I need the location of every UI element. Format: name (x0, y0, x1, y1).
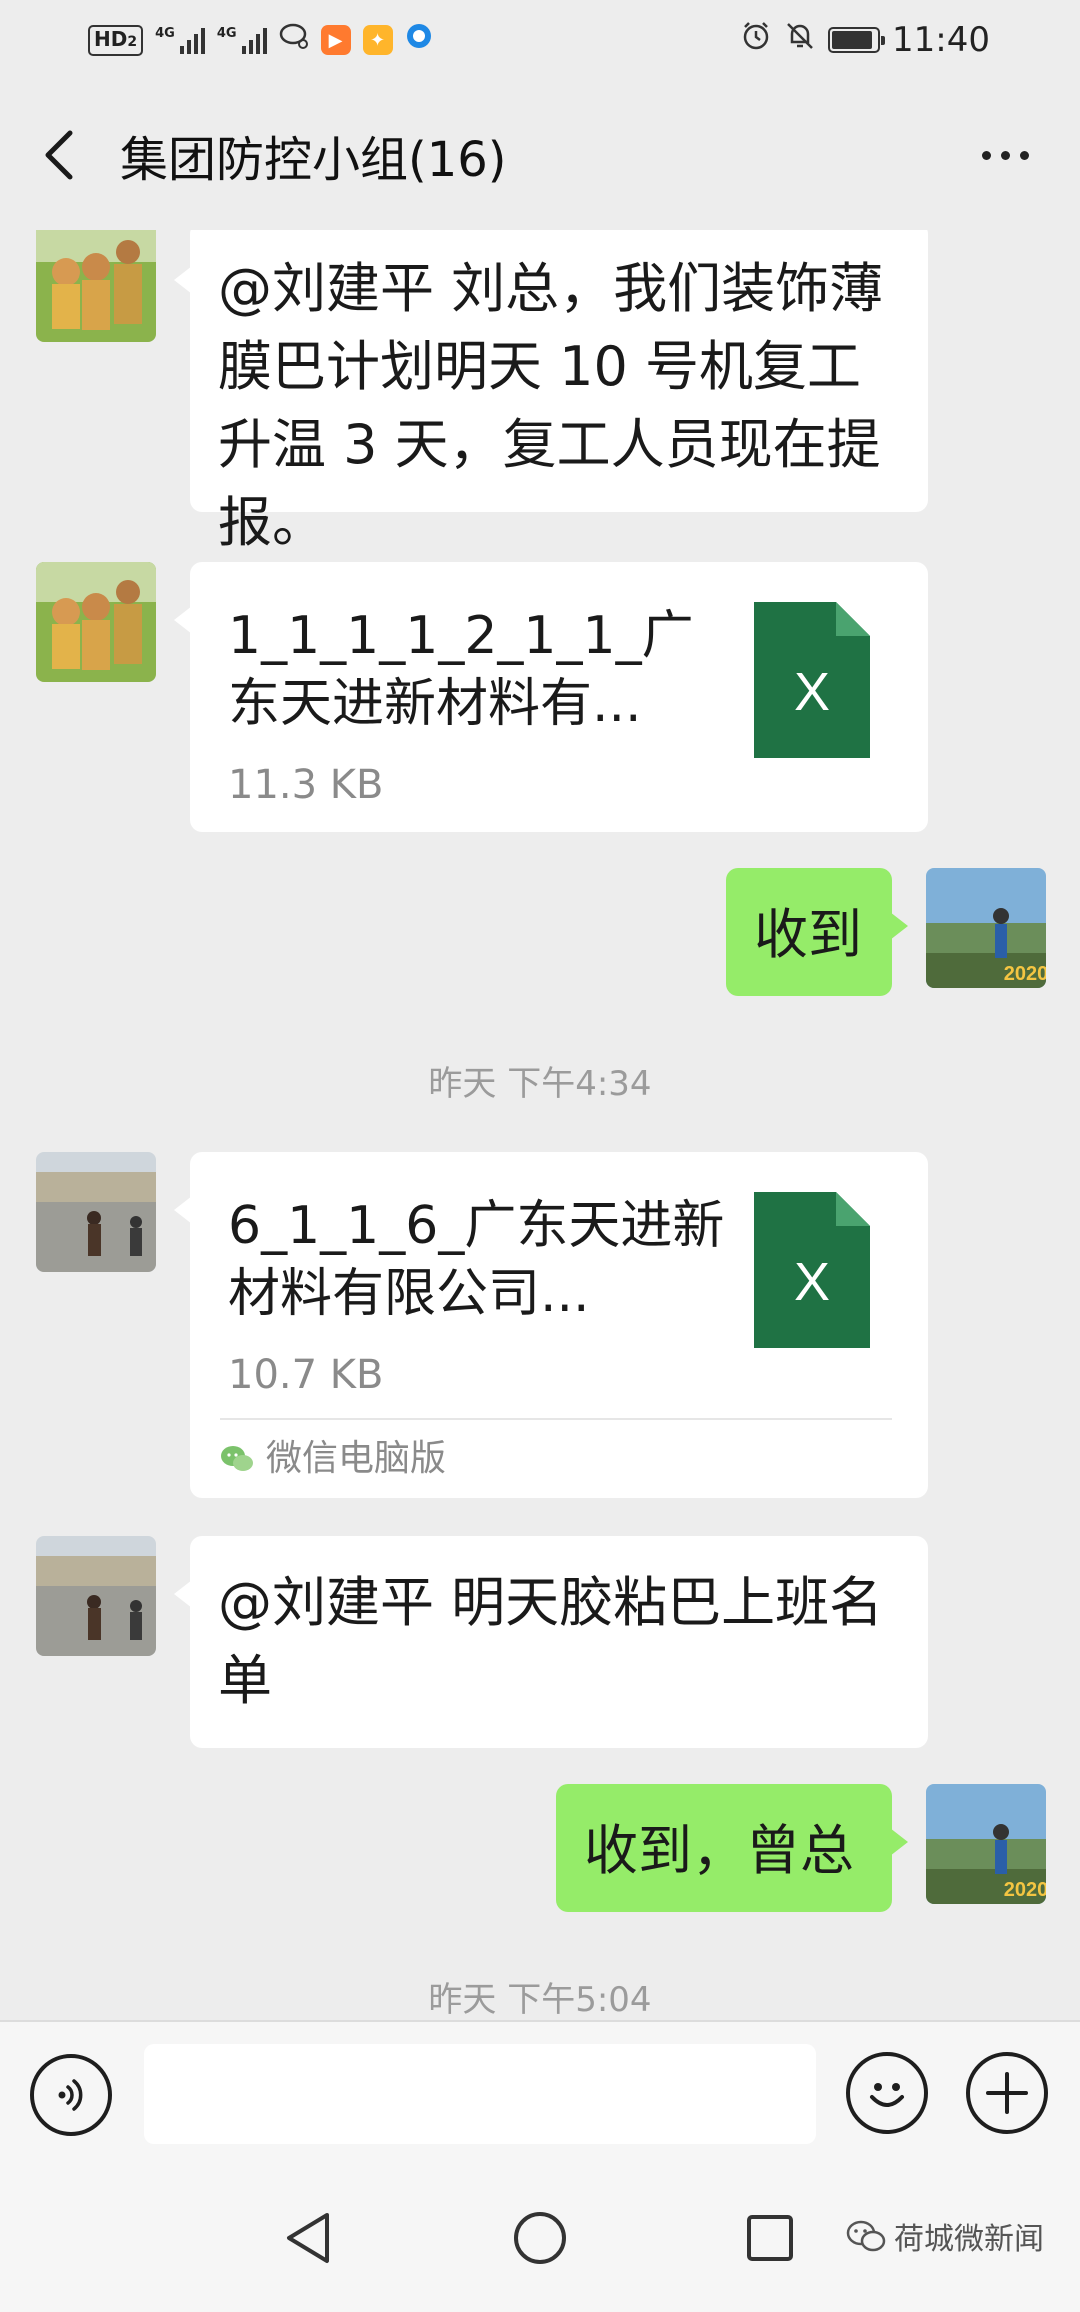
file-size: 11.3 KB (228, 762, 384, 808)
signal-icon: 4G (155, 26, 205, 54)
status-icons-left: HD2 4G 4G ▶ ✦ (88, 22, 433, 58)
nav-recents-button[interactable] (740, 2208, 800, 2268)
watermark-text: 荷城微新闻 (894, 2222, 1044, 2257)
watermark: 荷城微新闻 (846, 2214, 1044, 2258)
file-name: 6_1_1_6_广东天进新材料有限公司... (228, 1196, 725, 1324)
chat-notification-icon (279, 22, 309, 58)
status-icons-right: 11:40 (740, 20, 990, 60)
message-text: @刘建平 明天胶粘巴上班名单 (218, 1571, 884, 1712)
svg-text:X: X (794, 1252, 830, 1312)
svg-text:2020: 2020 (1004, 1879, 1046, 1901)
message-bubble[interactable]: @刘建平 刘总，我们装饰薄膜巴计划明天 10 号机复工升温 3 天，复工人员现在… (174, 230, 928, 554)
svg-text:2020: 2020 (1004, 963, 1046, 985)
mute-icon (784, 20, 816, 60)
message-bubble[interactable]: @刘建平 明天胶粘巴上班名单 (174, 1536, 928, 1748)
avatar[interactable] (36, 230, 156, 342)
chat-header: 集团防控小组(16) (0, 80, 1080, 230)
voice-icon (58, 2079, 83, 2111)
message-text: 收到 (754, 903, 862, 966)
file-size: 10.7 KB (228, 1352, 384, 1398)
status-bar: HD2 4G 4G ▶ ✦ 11:40 (0, 0, 1080, 80)
circle-home-icon (514, 2212, 566, 2264)
app-notification-icon: ✦ (362, 25, 393, 55)
alarm-icon (740, 20, 772, 60)
avatar[interactable] (36, 1152, 156, 1272)
avatar[interactable] (36, 562, 156, 682)
wechat-icon (221, 1446, 253, 1471)
message-bubble[interactable]: 收到 (726, 868, 908, 996)
navigation-bar: 荷城微新闻 (0, 2166, 1080, 2312)
chat-title: 集团防控小组(16) (120, 132, 507, 188)
voice-button[interactable] (30, 2054, 112, 2136)
avatar[interactable]: 2020 (926, 1784, 1046, 1904)
message-text: @刘建平 刘总，我们装饰薄膜巴计划明天 10 号机复工升温 3 天，复工人员现在… (218, 257, 884, 554)
back-arrow-icon (45, 130, 73, 180)
clock: 11:40 (892, 20, 990, 60)
file-message-bubble[interactable]: 6_1_1_6_广东天进新材料有限公司... 10.7 KB X 微信电脑版 (174, 1152, 928, 1498)
more-options-button[interactable] (970, 125, 1040, 185)
browser-icon (405, 22, 433, 58)
avatar[interactable]: 2020 (926, 868, 1046, 988)
excel-file-icon: X (754, 602, 870, 758)
file-message-bubble[interactable]: 1_1_1_1_2_1_1_广东天进新材料有... 11.3 KB X (174, 562, 928, 832)
avatar[interactable] (36, 1536, 156, 1656)
message-text: 收到，曾总 (584, 1819, 854, 1882)
message-bubble[interactable]: 收到，曾总 (556, 1784, 908, 1912)
video-app-icon: ▶ (320, 25, 351, 55)
battery-icon (828, 27, 886, 53)
square-recents-icon (747, 2215, 793, 2261)
svg-text:X: X (794, 662, 830, 722)
nav-home-button[interactable] (510, 2208, 570, 2268)
wechat-logo-icon (846, 2220, 886, 2252)
plus-button[interactable] (966, 2052, 1048, 2134)
triangle-back-icon (287, 2213, 329, 2263)
hd-indicator: HD2 (88, 24, 144, 56)
time-divider: 昨天 下午5:04 (428, 1980, 652, 2020)
emoji-button[interactable] (846, 2052, 928, 2134)
signal-icon: 4G (217, 26, 267, 54)
message-input[interactable] (144, 2044, 816, 2144)
file-source: 微信电脑版 (220, 1418, 892, 1498)
back-button[interactable] (0, 80, 120, 230)
nav-back-button[interactable] (278, 2208, 338, 2268)
file-name: 1_1_1_1_2_1_1_广东天进新材料有... (228, 606, 694, 734)
plus-icon (986, 2072, 1028, 2114)
file-source-label: 微信电脑版 (266, 1438, 447, 1479)
message-list[interactable]: @刘建平 刘总，我们装饰薄膜巴计划明天 10 号机复工升温 3 天，复工人员现在… (0, 230, 1080, 2020)
excel-file-icon: X (754, 1192, 870, 1348)
emoji-icon (870, 2083, 904, 2107)
input-bar (0, 2020, 1080, 2166)
time-divider: 昨天 下午4:34 (428, 1064, 652, 1104)
